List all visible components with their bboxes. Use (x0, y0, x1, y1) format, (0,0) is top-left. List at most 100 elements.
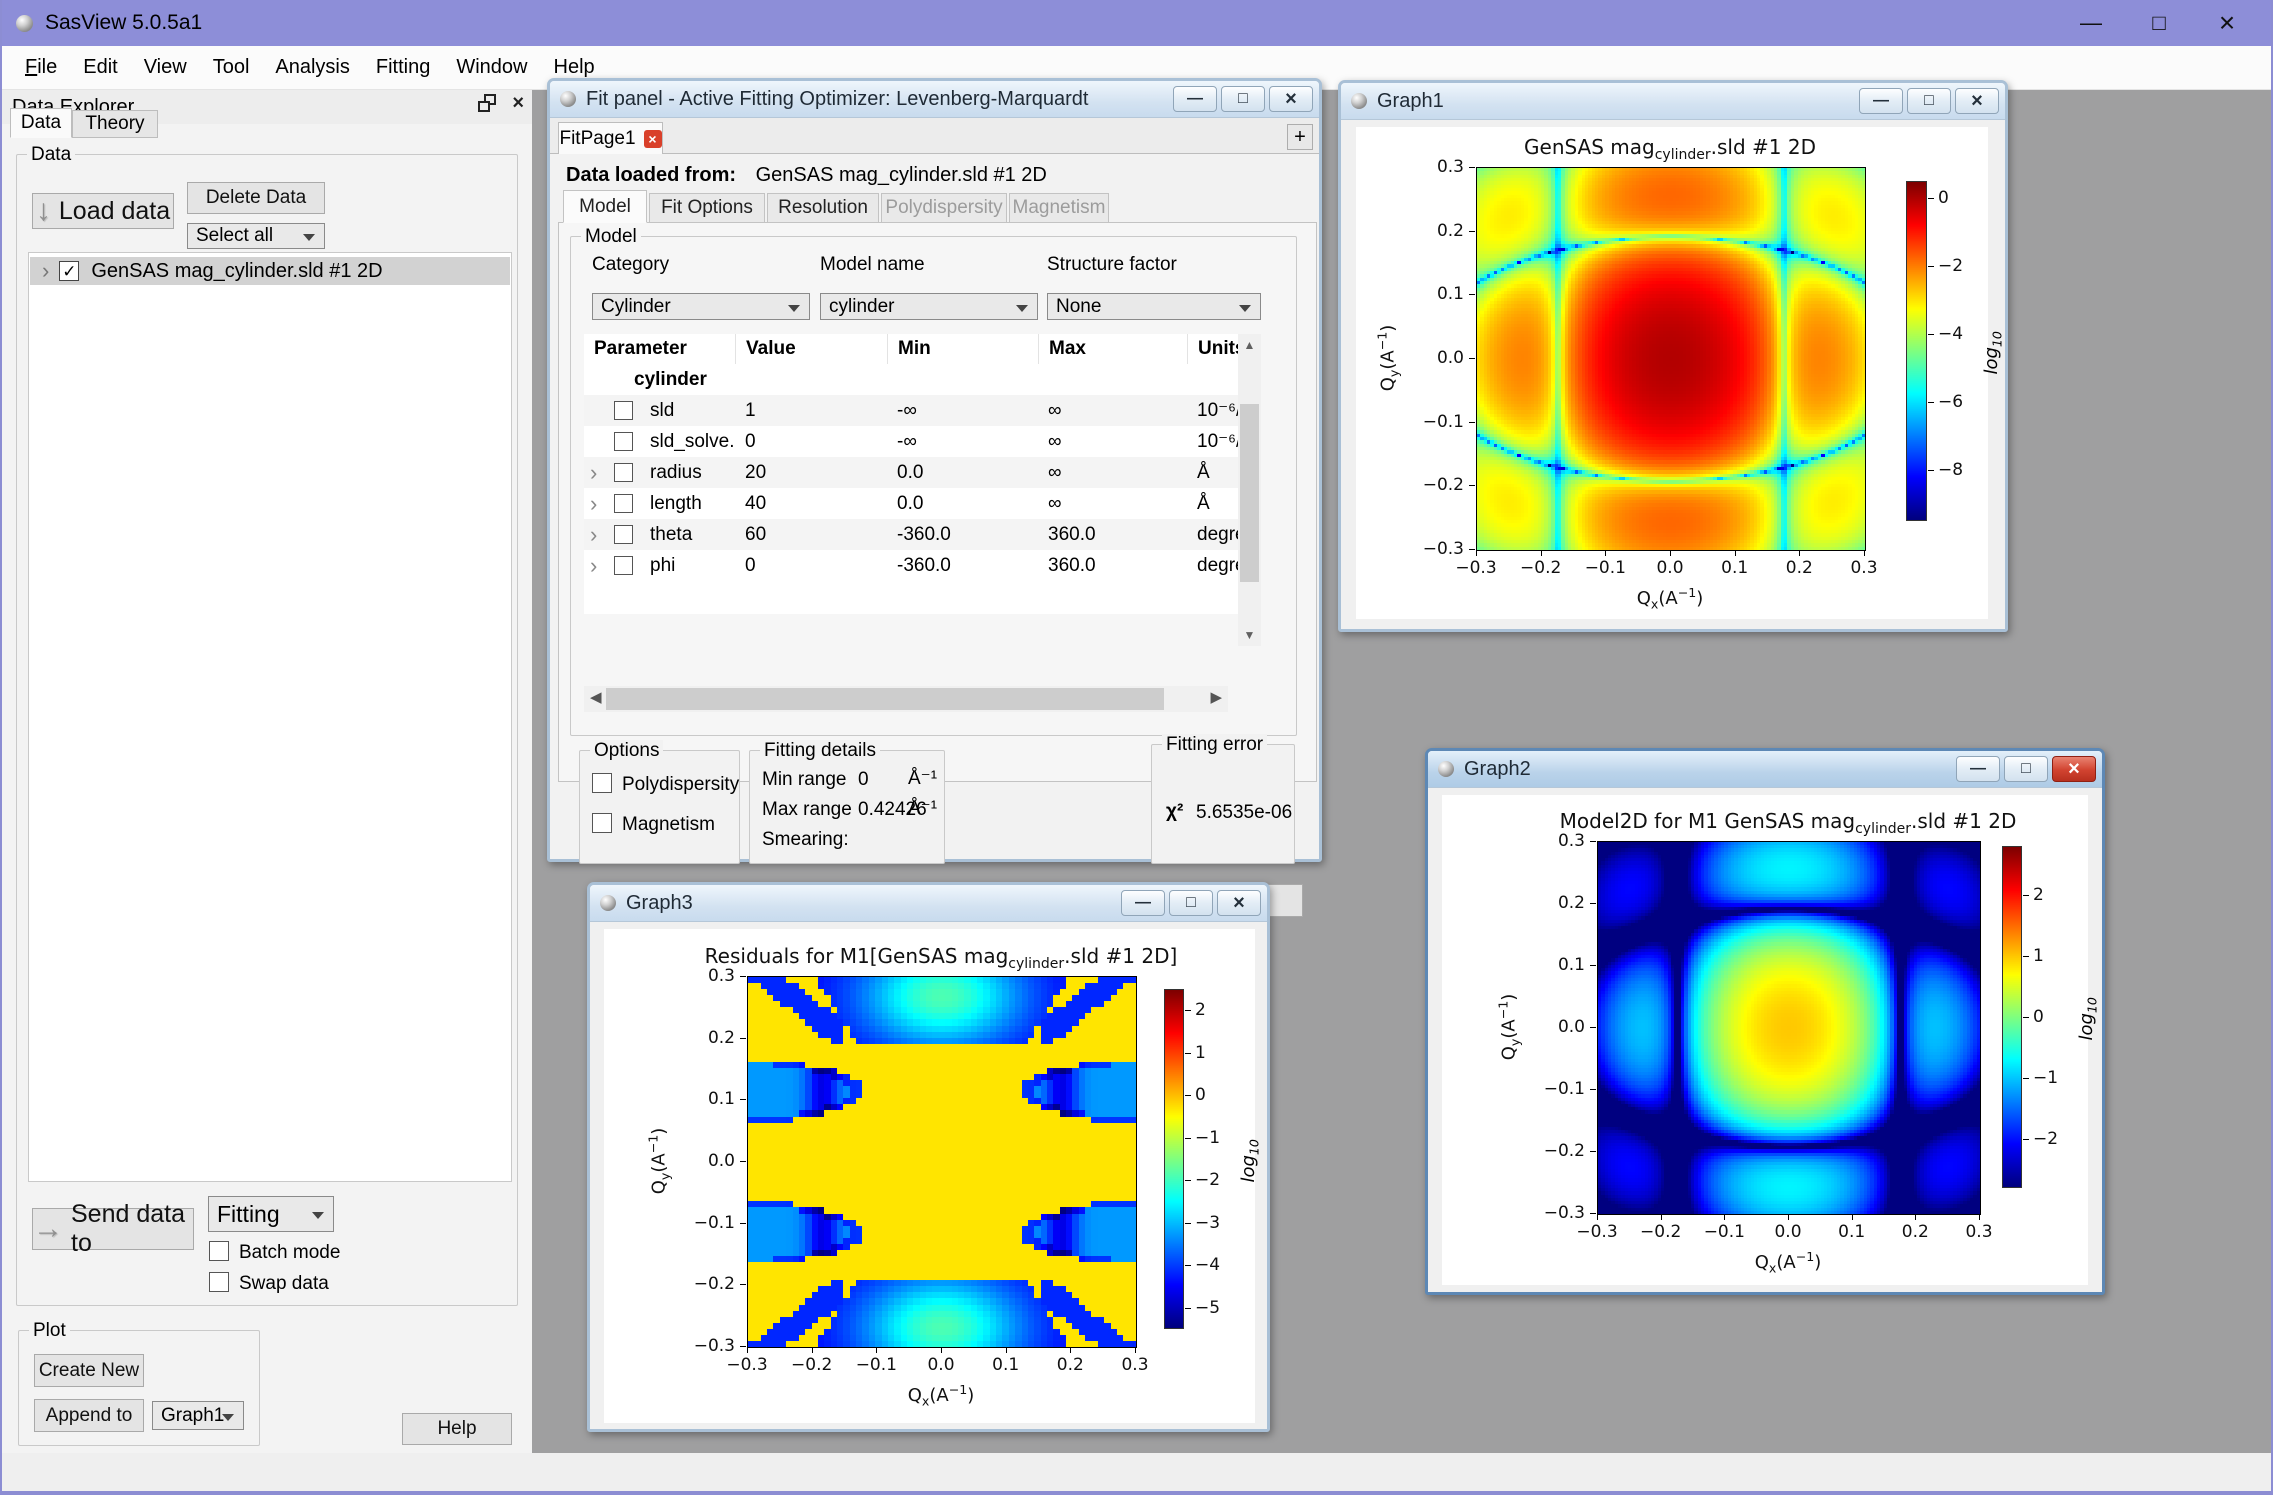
expander-icon[interactable]: › (590, 553, 597, 579)
param-min[interactable]: 0.0 (887, 457, 1038, 488)
close-icon[interactable]: × (1217, 890, 1261, 916)
create-new-button[interactable]: Create New (34, 1354, 144, 1387)
param-units[interactable]: Å (1187, 488, 1238, 519)
load-data-button[interactable]: ↓ Load data (32, 193, 174, 229)
param-min[interactable]: -360.0 (887, 550, 1038, 581)
fitpage1-tab[interactable]: FitPage1 × (558, 122, 663, 154)
close-icon[interactable]: × (2193, 0, 2261, 46)
param-checkbox[interactable] (614, 432, 633, 451)
param-value[interactable]: 40 (735, 488, 887, 519)
expander-icon[interactable]: › (590, 522, 597, 548)
expander-icon[interactable]: › (590, 491, 597, 517)
menu-tool[interactable]: Tool (200, 52, 263, 83)
param-checkbox[interactable] (614, 494, 633, 513)
column-header-value[interactable]: Value (735, 334, 887, 364)
param-units[interactable]: Å (1187, 457, 1238, 488)
param-value[interactable]: 0 (735, 426, 887, 457)
column-header-parameter[interactable]: Parameter (584, 334, 735, 364)
scroll-up-icon[interactable]: ▲ (1238, 338, 1261, 352)
tab-fit-options[interactable]: Fit Options (649, 193, 765, 223)
scroll-right-icon[interactable]: ▶ (1210, 688, 1222, 706)
table-row-sld[interactable]: sld1-∞∞10⁻⁶/Å (584, 395, 1238, 426)
append-target-dropdown[interactable]: Graph1 (152, 1401, 244, 1430)
item-checkbox[interactable]: ✓ (59, 261, 79, 281)
column-header-units[interactable]: Units (1187, 334, 1238, 364)
scroll-left-icon[interactable]: ◀ (590, 688, 602, 706)
tab-theory[interactable]: Theory (72, 110, 158, 138)
tab-polydispersity[interactable]: Polydispersity (881, 193, 1007, 223)
menu-window[interactable]: Window (443, 52, 540, 83)
send-data-to-button[interactable]: → Send data to (32, 1208, 194, 1250)
delete-data-button[interactable]: Delete Data (187, 182, 325, 214)
fit-panel-titlebar[interactable]: Fit panel - Active Fitting Optimizer: Le… (550, 81, 1319, 118)
table-hscrollbar[interactable]: ◀ ▶ (584, 686, 1228, 712)
add-fitpage-button[interactable]: + (1287, 124, 1313, 150)
structure-factor-dropdown[interactable]: None (1047, 293, 1261, 320)
graph2-titlebar[interactable]: Graph2 — □ × (1428, 751, 2102, 788)
close-icon[interactable]: × (1955, 88, 1999, 114)
expander-icon[interactable]: › (590, 460, 597, 486)
param-units[interactable]: degrees (1187, 519, 1238, 550)
append-to-button[interactable]: Append to (34, 1399, 144, 1432)
param-max[interactable]: 360.0 (1038, 519, 1187, 550)
param-checkbox[interactable] (614, 556, 633, 575)
menu-file[interactable]: File (12, 52, 70, 83)
close-fitpage-icon[interactable]: × (644, 130, 662, 148)
expander-icon[interactable]: › (42, 258, 49, 284)
param-min[interactable]: -360.0 (887, 519, 1038, 550)
column-header-max[interactable]: Max (1038, 334, 1187, 364)
explorer-help-button[interactable]: Help (402, 1413, 512, 1445)
param-min[interactable]: -∞ (887, 426, 1038, 457)
tab-resolution[interactable]: Resolution (767, 193, 879, 223)
table-row-length[interactable]: ›length400.0∞Å (584, 488, 1238, 519)
maximize-icon[interactable]: □ (2004, 756, 2048, 782)
param-units[interactable]: 10⁻⁶/Å (1187, 426, 1238, 457)
minimize-icon[interactable]: — (1121, 890, 1165, 916)
polydispersity-checkbox[interactable] (592, 773, 612, 793)
tree-row-selected[interactable]: › ✓ GenSAS mag_cylinder.sld #1 2D (30, 257, 510, 285)
swap-data-checkbox[interactable] (209, 1272, 229, 1292)
menu-analysis[interactable]: Analysis (262, 52, 362, 83)
param-units[interactable]: degrees (1187, 550, 1238, 581)
maximize-icon[interactable]: □ (2125, 0, 2193, 46)
batch-mode-checkbox[interactable] (209, 1241, 229, 1261)
param-units[interactable]: 10⁻⁶/Å (1187, 395, 1238, 426)
hscroll-thumb[interactable] (606, 688, 1164, 710)
param-max[interactable]: ∞ (1038, 457, 1187, 488)
close-icon[interactable]: × (1269, 86, 1313, 112)
param-value[interactable]: 20 (735, 457, 887, 488)
minimize-icon[interactable]: — (1173, 86, 1217, 112)
param-checkbox[interactable] (614, 525, 633, 544)
param-checkbox[interactable] (614, 401, 633, 420)
graph1-titlebar[interactable]: Graph1 — □ × (1341, 83, 2005, 120)
column-header-min[interactable]: Min (887, 334, 1038, 364)
minimize-icon[interactable]: — (2057, 0, 2125, 46)
table-row-radius[interactable]: ›radius200.0∞Å (584, 457, 1238, 488)
minimize-icon[interactable]: — (1956, 756, 2000, 782)
param-max[interactable]: ∞ (1038, 395, 1187, 426)
close-icon[interactable]: × (2052, 756, 2096, 782)
param-max[interactable]: ∞ (1038, 488, 1187, 519)
table-vscrollbar[interactable]: ▲ ▼ (1238, 334, 1261, 646)
magnetism-checkbox[interactable] (592, 813, 612, 833)
param-min[interactable]: 0.0 (887, 488, 1038, 519)
maximize-icon[interactable]: □ (1907, 88, 1951, 114)
vscroll-thumb[interactable] (1240, 404, 1259, 582)
table-row-phi[interactable]: ›phi0-360.0360.0degrees (584, 550, 1238, 581)
menu-edit[interactable]: Edit (70, 52, 130, 83)
scroll-down-icon[interactable]: ▼ (1238, 628, 1261, 642)
maximize-icon[interactable]: □ (1221, 86, 1265, 112)
tab-data[interactable]: Data (10, 108, 72, 138)
table-row-sld-solve-[interactable]: sld_solve...0-∞∞10⁻⁶/Å (584, 426, 1238, 457)
param-max[interactable]: 360.0 (1038, 550, 1187, 581)
close-panel-icon[interactable]: × (512, 94, 524, 112)
send-target-dropdown[interactable]: Fitting (208, 1196, 334, 1232)
graph3-titlebar[interactable]: Graph3 — □ × (590, 885, 1267, 922)
minimize-icon[interactable]: — (1859, 88, 1903, 114)
param-value[interactable]: 0 (735, 550, 887, 581)
select-all-dropdown[interactable]: Select all (187, 223, 325, 249)
param-min[interactable]: -∞ (887, 395, 1038, 426)
param-checkbox[interactable] (614, 463, 633, 482)
maximize-icon[interactable]: □ (1169, 890, 1213, 916)
tab-magnetism[interactable]: Magnetism (1009, 193, 1109, 223)
